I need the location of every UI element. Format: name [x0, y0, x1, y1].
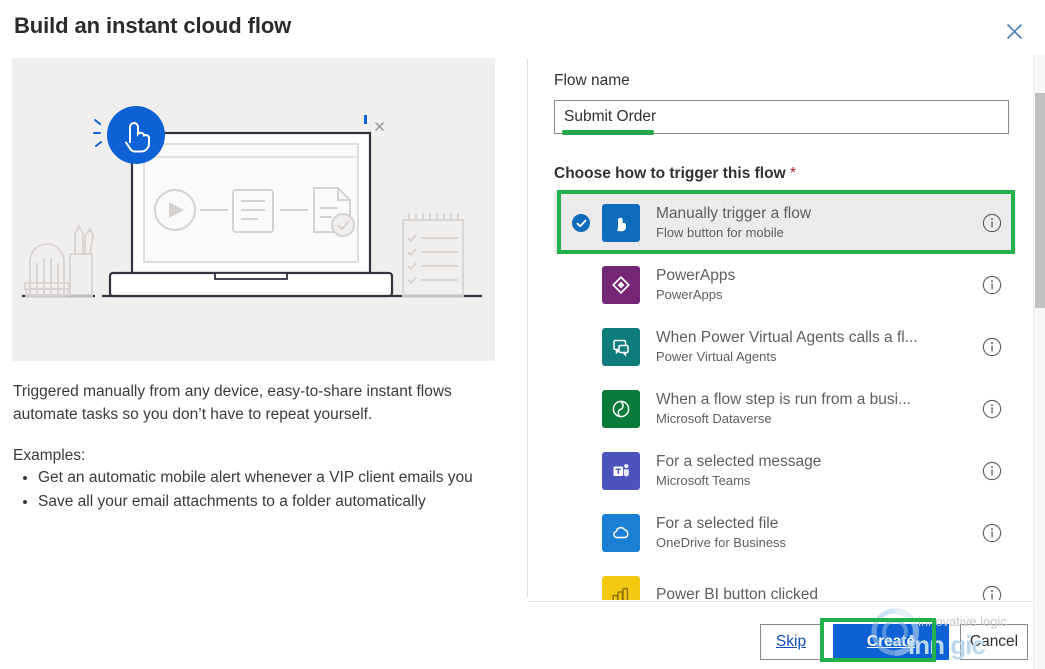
laptop-flow-illustration [12, 58, 495, 361]
powerapps-icon [602, 266, 640, 304]
trigger-option-subtitle: PowerApps [656, 287, 723, 302]
info-icon[interactable] [982, 585, 1002, 600]
dataverse-icon [602, 390, 640, 428]
flow-name-input[interactable] [554, 100, 1009, 134]
info-icon[interactable] [982, 337, 1002, 357]
cancel-button[interactable]: Cancel [960, 624, 1028, 660]
skip-button-label: Skip [775, 633, 807, 650]
trigger-option-subtitle: Microsoft Teams [656, 473, 751, 488]
panel-description: Triggered manually from any device, easy… [13, 383, 452, 423]
trigger-options-list[interactable]: Manually trigger a flow Flow button for … [554, 192, 1016, 600]
trigger-option-title: For a selected message [656, 453, 822, 470]
flow-button-icon [602, 204, 640, 242]
create-button[interactable]: Create [833, 624, 949, 660]
flow-configuration-panel: Flow name Choose how to trigger this flo… [528, 55, 1033, 600]
required-asterisk: * [789, 165, 796, 182]
trigger-option-title: Manually trigger a flow [656, 205, 812, 222]
trigger-option-text: When Power Virtual Agents calls a fl... … [656, 328, 982, 366]
page-scrollbar[interactable] [1033, 55, 1045, 669]
trigger-option-subtitle: Microsoft Dataverse [656, 411, 772, 426]
trigger-option-power-bi[interactable]: Power BI button clicked [554, 564, 1016, 600]
trigger-section-label: Choose how to trigger this flow * [554, 165, 796, 183]
examples-label: Examples: [13, 447, 86, 464]
trigger-option-subtitle: Flow button for mobile [656, 225, 784, 240]
skip-button[interactable]: Skip [760, 624, 822, 660]
trigger-option-power-virtual-agents[interactable]: When Power Virtual Agents calls a fl... … [554, 316, 1016, 378]
flow-name-label: Flow name [554, 72, 630, 89]
trigger-option-text: For a selected message Microsoft Teams [656, 452, 982, 490]
info-icon[interactable] [982, 275, 1002, 295]
trigger-option-text: Manually trigger a flow Flow button for … [656, 204, 982, 242]
trigger-option-title: Power BI button clicked [656, 586, 818, 600]
close-icon [1006, 23, 1023, 40]
close-button[interactable] [999, 16, 1029, 46]
cancel-button-label: Cancel [969, 633, 1019, 650]
power-bi-icon [602, 576, 640, 600]
dialog-header: Build an instant cloud flow [0, 0, 1045, 55]
trigger-option-text: Power BI button clicked [656, 585, 982, 600]
trigger-option-title: For a selected file [656, 515, 779, 532]
left-info-panel: Triggered manually from any device, easy… [0, 55, 527, 669]
list-item: Get an automatic mobile alert whenever a… [38, 466, 493, 489]
list-item: Save all your email attachments to a fol… [38, 490, 493, 513]
trigger-section-label-text: Choose how to trigger this flow [554, 165, 786, 182]
flow-name-field-wrapper [554, 100, 1009, 135]
trigger-option-title: When a flow step is run from a busi... [656, 391, 911, 408]
info-icon[interactable] [982, 461, 1002, 481]
trigger-option-title: PowerApps [656, 267, 736, 284]
info-icon[interactable] [982, 399, 1002, 419]
trigger-option-microsoft-teams[interactable]: For a selected message Microsoft Teams [554, 440, 1016, 502]
info-icon[interactable] [982, 213, 1002, 233]
build-instant-cloud-flow-dialog: Build an instant cloud flow Triggered ma… [0, 0, 1045, 669]
microsoft-teams-icon [602, 452, 640, 490]
trigger-option-subtitle: OneDrive for Business [656, 535, 787, 550]
examples-list: Get an automatic mobile alert whenever a… [38, 466, 493, 514]
trigger-option-microsoft-dataverse[interactable]: When a flow step is run from a busi... M… [554, 378, 1016, 440]
trigger-option-manually-trigger-a-flow[interactable]: Manually trigger a flow Flow button for … [554, 192, 1016, 254]
trigger-option-subtitle: Power Virtual Agents [656, 349, 777, 364]
trigger-option-onedrive-for-business[interactable]: For a selected file OneDrive for Busines… [554, 502, 1016, 564]
page-title: Build an instant cloud flow [14, 13, 292, 38]
check-icon [572, 214, 590, 232]
power-virtual-agents-icon [602, 328, 640, 366]
page-scrollbar-thumb[interactable] [1035, 93, 1045, 308]
trigger-option-title: When Power Virtual Agents calls a fl... [656, 329, 918, 346]
trigger-option-text: PowerApps PowerApps [656, 266, 982, 304]
onedrive-icon [602, 514, 640, 552]
trigger-option-powerapps[interactable]: PowerApps PowerApps [554, 254, 1016, 316]
create-button-label: Create [866, 633, 916, 650]
flow-name-highlight-underline [562, 130, 654, 135]
trigger-option-text: When a flow step is run from a busi... M… [656, 390, 982, 428]
info-icon[interactable] [982, 523, 1002, 543]
trigger-option-text: For a selected file OneDrive for Busines… [656, 514, 982, 552]
dialog-footer: Skip Create Cancel [528, 602, 1033, 669]
